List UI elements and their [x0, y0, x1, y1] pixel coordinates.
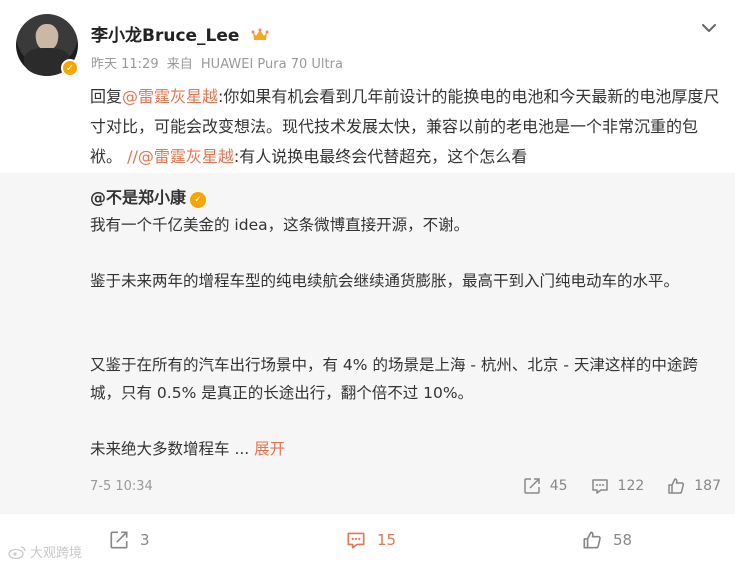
repost-stats: 45 122 187: [500, 476, 721, 496]
repost-repost-button[interactable]: 45: [522, 476, 568, 496]
repost-icon: [110, 531, 128, 549]
repost-paragraph: 鉴于未来两年的增程车型的纯电续航会继续通货膨胀，最高干到入门纯电动车的水平。: [90, 272, 680, 290]
repost-paragraph: 又鉴于在所有的汽车出行场景中，有 4% 的场景是上海 - 杭州、北京 - 天津这…: [90, 356, 698, 402]
chevron-down-icon[interactable]: [699, 18, 719, 38]
author-name-row[interactable]: 李小龙Bruce_Lee: [91, 21, 269, 46]
avatar[interactable]: ✓: [16, 14, 79, 77]
verified-badge-icon: ✓: [190, 192, 207, 208]
comment-icon: [347, 532, 365, 549]
comment-count: 122: [617, 478, 645, 494]
crown-icon: [251, 28, 269, 40]
repost-separator: //: [127, 147, 138, 166]
comment-icon: [591, 479, 608, 494]
repost-icon: [523, 478, 540, 494]
weibo-logo-icon: [8, 545, 26, 559]
comment-count: 15: [377, 531, 397, 549]
comment-button[interactable]: 15: [345, 529, 396, 551]
like-count: 187: [694, 478, 721, 494]
like-icon: [583, 531, 601, 549]
reply-prefix: 回复: [90, 87, 123, 106]
repost-button[interactable]: 3: [108, 529, 150, 551]
repost-count: 45: [549, 478, 568, 494]
source-device[interactable]: HUAWEI Pura 70 Ultra: [201, 57, 343, 72]
like-button[interactable]: 58: [581, 529, 632, 551]
reposted-card[interactable]: @不是郑小康 ✓ 我有一个千亿美金的 idea，这条微博直接开源，不谢。 鉴于未来…: [0, 173, 735, 514]
post-meta: 昨天 11:29 来自 HUAWEI Pura 70 Ultra: [91, 53, 347, 72]
post-body: 回复@雷霆灰星越:你如果有机会看到几年前设计的能换电的电池和今天最新的电池厚度尺…: [90, 82, 720, 172]
repost-count: 3: [140, 531, 150, 549]
repost-author[interactable]: @不是郑小康: [90, 188, 186, 207]
post-time: 昨天 11:29: [91, 57, 159, 72]
repost-time: 7-5 10:34: [90, 479, 153, 494]
quoted-text: :有人说换电最终会代替超充，这个怎么看: [233, 147, 528, 166]
avatar-face: [36, 24, 58, 50]
like-icon: [668, 478, 685, 494]
watermark: 大观跨境: [8, 542, 82, 561]
expand-link[interactable]: 展开: [254, 440, 285, 458]
repost-author-row[interactable]: @不是郑小康 ✓: [90, 184, 207, 208]
watermark-text: 大观跨境: [30, 546, 83, 561]
repost-paragraph-text: 未来绝大多数增程车: [90, 440, 230, 458]
source-prefix: 来自: [166, 57, 193, 72]
repost-paragraph: 我有一个千亿美金的 idea，这条微博直接开源，不谢。: [90, 216, 470, 234]
mention-link-2[interactable]: @雷霆灰星越: [138, 147, 234, 166]
mention-link[interactable]: @雷霆灰星越: [122, 87, 218, 106]
repost-like-button[interactable]: 187: [666, 476, 721, 496]
author-name[interactable]: 李小龙Bruce_Lee: [91, 26, 239, 46]
repost-comment-button[interactable]: 122: [590, 476, 645, 496]
action-bar: 大观跨境 3 15 58: [0, 514, 735, 568]
like-count: 58: [613, 531, 633, 549]
post-header: ✓ 李小龙Bruce_Lee 昨天 11:29 来自 HUAWEI Pura 7…: [16, 14, 719, 80]
verified-badge-icon: ✓: [61, 59, 79, 77]
ellipsis: ...: [229, 440, 250, 458]
repost-paragraph-last: 未来绝大多数增程车 ... 展开: [90, 435, 720, 463]
